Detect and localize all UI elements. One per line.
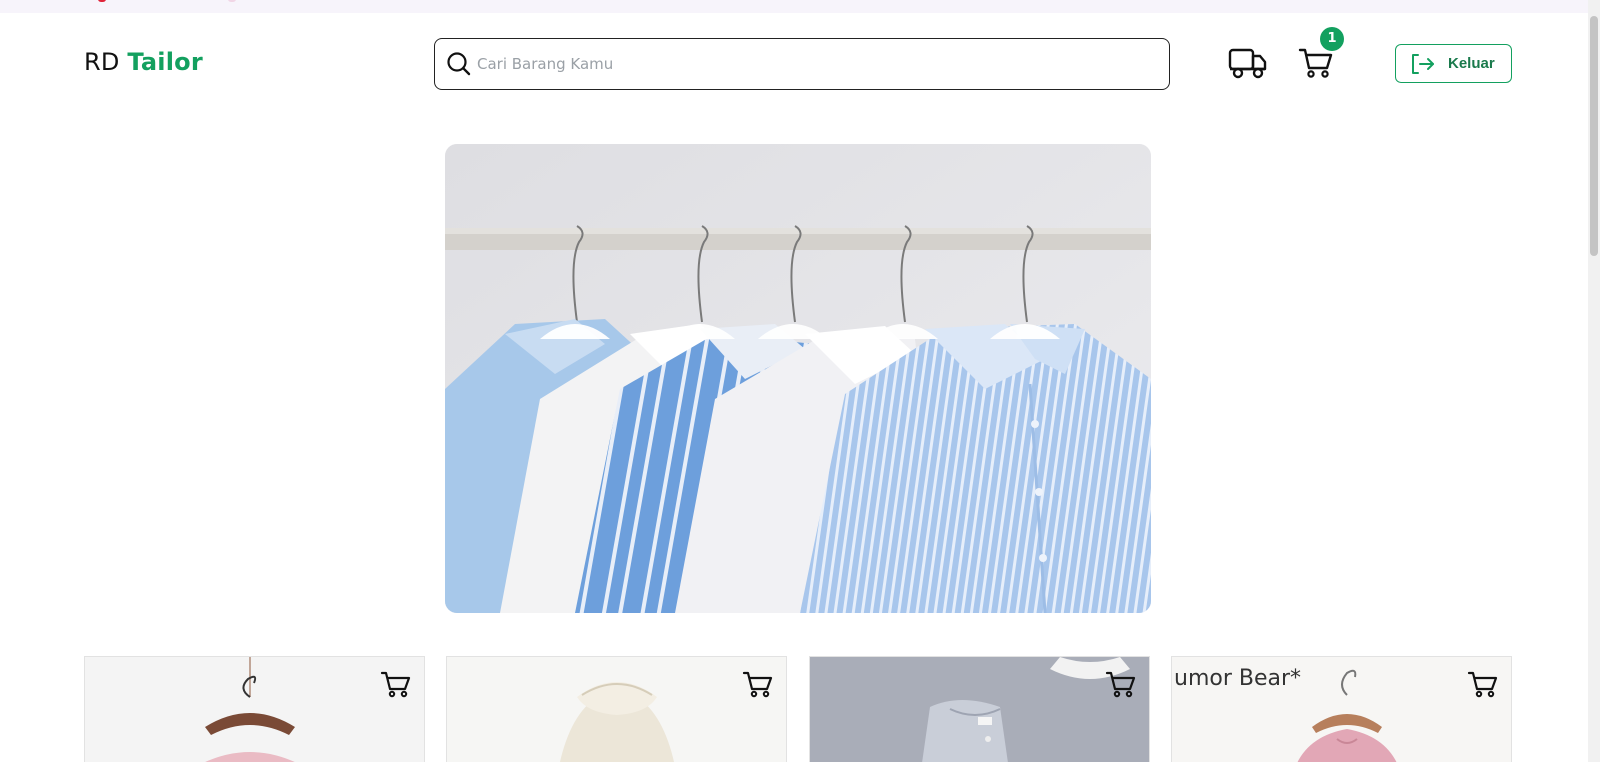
brand-logo[interactable]: RD Tailor xyxy=(84,48,203,76)
hero-banner[interactable] xyxy=(445,144,1151,613)
product-card[interactable]: umor Bear* xyxy=(1171,656,1512,762)
logout-icon xyxy=(1412,53,1434,74)
strip-mark xyxy=(98,0,106,2)
product-card[interactable] xyxy=(809,656,1150,762)
product-image xyxy=(447,657,786,762)
product-image: umor Bear* xyxy=(1172,657,1511,762)
browser-top-strip xyxy=(0,0,1600,13)
search-icon[interactable] xyxy=(445,50,473,78)
search-bar xyxy=(434,38,1170,90)
product-image xyxy=(810,657,1149,762)
search-input[interactable] xyxy=(477,47,1137,81)
brand-accent: Tailor xyxy=(127,48,203,76)
product-image xyxy=(85,657,424,762)
page-scrollbar[interactable] xyxy=(1588,0,1600,762)
cart-icon[interactable] xyxy=(1467,669,1499,699)
product-card[interactable] xyxy=(84,656,425,762)
cart-icon[interactable] xyxy=(380,669,412,699)
strip-mark xyxy=(228,0,236,2)
scrollbar-thumb[interactable] xyxy=(1590,16,1598,256)
product-card[interactable] xyxy=(446,656,787,762)
site-header: RD Tailor 1 Keluar xyxy=(0,13,1600,117)
logout-label: Keluar xyxy=(1448,55,1495,72)
brand-prefix: RD xyxy=(84,48,120,76)
hero-image xyxy=(445,144,1151,613)
product-grid: umor Bear* xyxy=(84,656,1512,762)
product-logo-text: umor Bear* xyxy=(1174,666,1301,691)
cart-count-badge: 1 xyxy=(1320,27,1344,51)
truck-icon[interactable] xyxy=(1228,46,1268,80)
logout-button[interactable]: Keluar xyxy=(1395,44,1512,83)
cart-icon[interactable] xyxy=(1105,669,1137,699)
cart-icon[interactable] xyxy=(742,669,774,699)
